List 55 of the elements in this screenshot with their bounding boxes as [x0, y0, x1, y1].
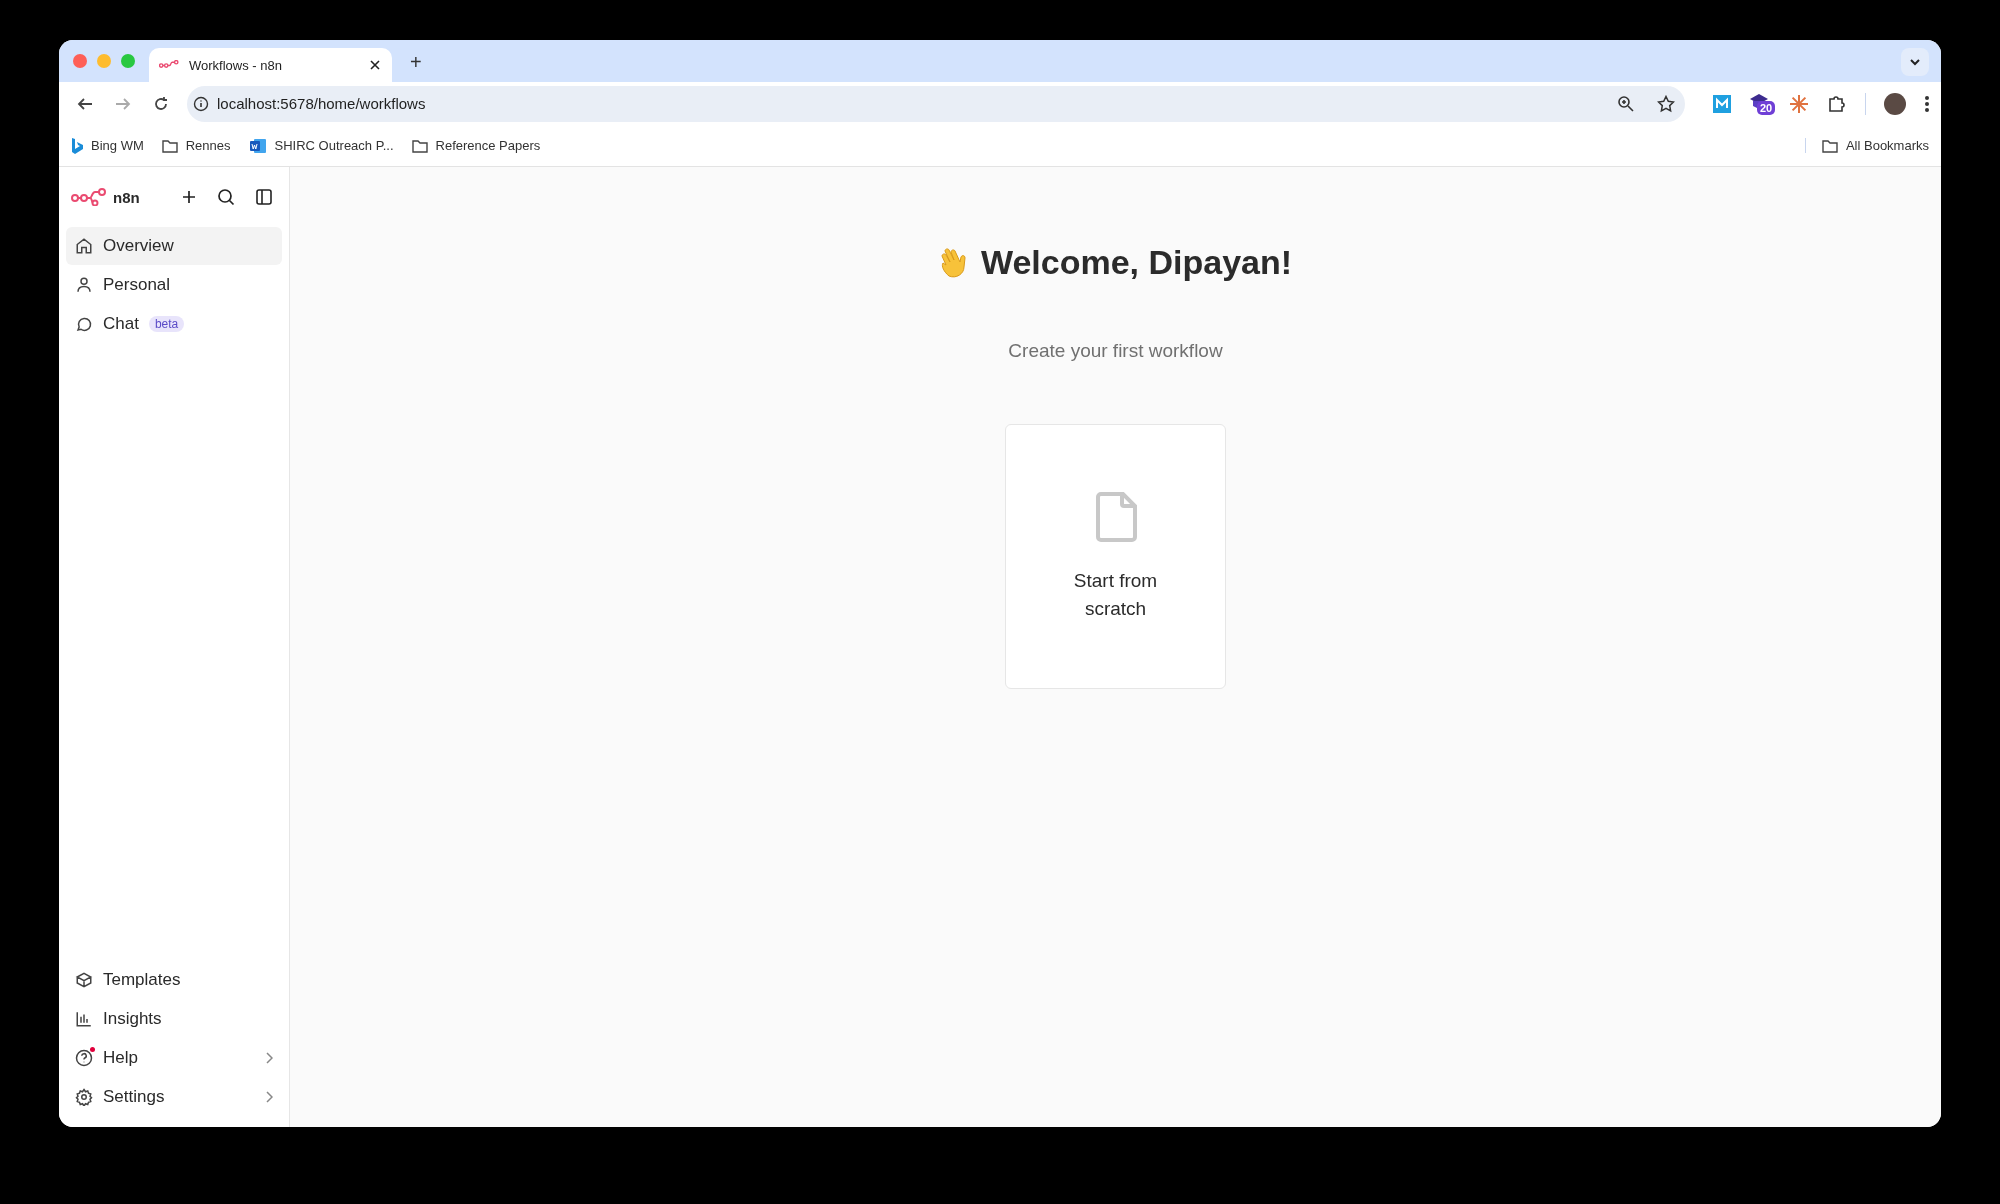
subtitle: Create your first workflow: [1008, 340, 1223, 362]
bar-chart-icon: [75, 1010, 93, 1028]
plus-icon: [181, 189, 197, 205]
m-extension-icon[interactable]: [1713, 94, 1731, 113]
more-menu-icon[interactable]: [1924, 94, 1930, 113]
asterisk-icon[interactable]: [1789, 93, 1809, 114]
nav-item[interactable]: Insights: [66, 1000, 282, 1038]
address-bar[interactable]: localhost:5678/home/workflows: [187, 85, 1685, 122]
puzzle-icon[interactable]: [1827, 93, 1847, 114]
notification-count: 20: [1757, 100, 1776, 115]
new-tab-button[interactable]: +: [406, 51, 426, 74]
nav-item[interactable]: Settings: [66, 1078, 282, 1116]
profile-avatar[interactable]: [1884, 92, 1906, 115]
app-name: n8n: [113, 188, 141, 206]
logo-icon: [71, 188, 107, 206]
forward-arrow-icon: [115, 95, 131, 112]
tab-favicon: [159, 60, 179, 70]
b-logo-icon: [71, 137, 83, 154]
bookmark-link[interactable]: Bing WM: [91, 138, 144, 153]
bookmark-link[interactable]: Rennes: [185, 138, 231, 153]
chat-icon: [75, 315, 93, 333]
home-icon: [75, 237, 93, 255]
nav-item[interactable]: Templates: [66, 961, 282, 999]
tab-list-button[interactable]: [1901, 48, 1929, 76]
settings-icon: [75, 1088, 93, 1106]
word-document-icon: [248, 137, 267, 154]
document-icon: [1093, 490, 1138, 543]
info-icon: [193, 95, 209, 112]
nav-item[interactable]: Overview: [66, 227, 282, 265]
sidebar-panel-icon: [255, 188, 273, 206]
folder-icon: [411, 138, 428, 153]
tab-title: Workflows - n8n: [189, 57, 283, 73]
back-arrow-icon: [77, 95, 93, 112]
zoom-icon[interactable]: [1617, 94, 1635, 113]
nav-item[interactable]: Personal: [66, 266, 282, 304]
search-icon: [217, 188, 235, 206]
card-title: Start from scratch: [1072, 568, 1159, 621]
bookmark-link[interactable]: Reference Papers: [435, 138, 541, 153]
nav-item[interactable]: Chat beta: [66, 305, 282, 343]
help-icon: [75, 1049, 93, 1067]
caret-icon: [1909, 58, 1921, 66]
bookmark-link[interactable]: SHIRC Outreach P...: [274, 138, 394, 153]
welcome-heading: Welcome, Dipayan!: [980, 243, 1293, 282]
star-icon[interactable]: [1657, 94, 1675, 113]
person-icon: [75, 276, 93, 294]
start-from-scratch-card[interactable]: Start from scratch: [1005, 424, 1226, 689]
browser-tab[interactable]: Workflows - n8n: [149, 48, 392, 82]
beta-badge: beta: [148, 316, 185, 332]
nav-item[interactable]: Help: [66, 1039, 282, 1077]
box-icon: [75, 971, 93, 989]
bookmark-link[interactable]: All Bookmarks: [1845, 138, 1929, 153]
close-icon[interactable]: [370, 60, 380, 70]
reload-icon: [153, 95, 169, 112]
folder-icon: [161, 138, 178, 153]
folder-icon: [1821, 138, 1838, 153]
